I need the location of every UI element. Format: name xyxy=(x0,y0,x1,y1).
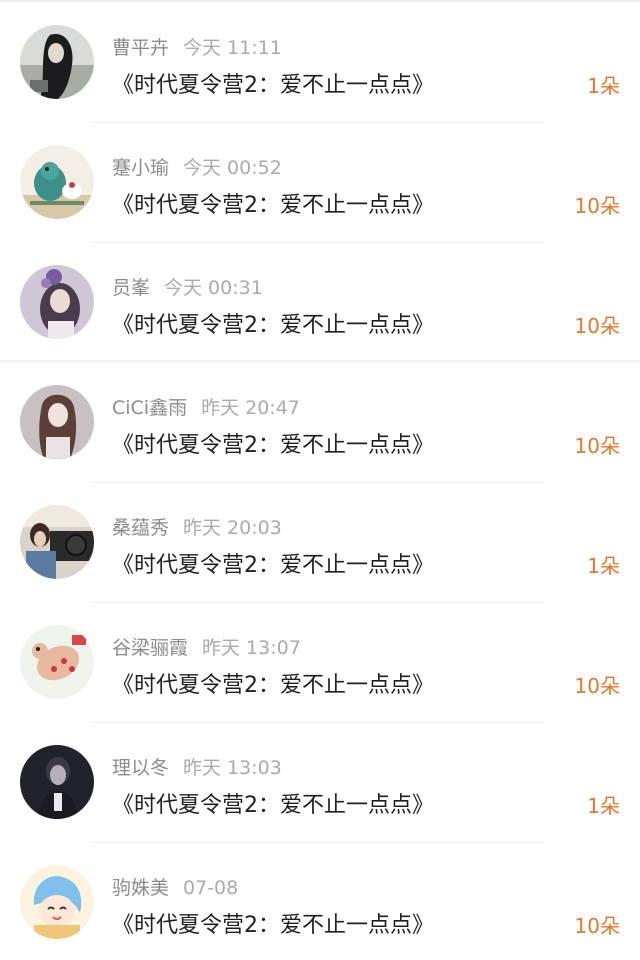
avatar-cartoon-blue-hair-girl-icon xyxy=(20,865,94,939)
send-time: 今天 00:31 xyxy=(164,277,263,299)
list-item[interactable]: 桑蕴秀 昨天 20:03 《时代夏令营2：爱不止一点点》 1朵 xyxy=(0,480,640,600)
send-time: 今天 11:11 xyxy=(183,37,282,59)
gift-title: 《时代夏令营2：爱不止一点点》 xyxy=(112,673,434,698)
avatar[interactable] xyxy=(20,265,94,339)
avatar-photo-dark-portrait-icon xyxy=(20,745,94,819)
gift-count: 1朵 xyxy=(587,794,620,818)
send-time: 07-08 xyxy=(183,877,239,899)
gift-count: 10朵 xyxy=(574,434,620,458)
sender-info: 驹姝美 07-08 xyxy=(112,873,238,900)
list-item[interactable]: 曹平卉 今天 11:11 《时代夏令营2：爱不止一点点》 1朵 xyxy=(0,0,640,120)
gift-title: 《时代夏令营2：爱不止一点点》 xyxy=(112,433,434,458)
send-time: 昨天 13:03 xyxy=(183,757,282,779)
list-item[interactable]: 蹇小瑜 今天 00:52 《时代夏令营2：爱不止一点点》 10朵 xyxy=(0,120,640,240)
sender-name[interactable]: 驹姝美 xyxy=(112,877,169,899)
sender-name[interactable]: 蹇小瑜 xyxy=(112,157,169,179)
gift-title: 《时代夏令营2：爱不止一点点》 xyxy=(112,313,434,338)
gift-count: 10朵 xyxy=(574,674,620,698)
list-item[interactable]: 员峯 今天 00:31 《时代夏令营2：爱不止一点点》 10朵 xyxy=(0,240,640,360)
sender-name[interactable]: 员峯 xyxy=(112,277,150,299)
avatar-photo-long-hair-girl-icon xyxy=(20,385,94,459)
list-item[interactable]: 理以冬 昨天 13:03 《时代夏令营2：爱不止一点点》 1朵 xyxy=(0,720,640,840)
gift-count: 10朵 xyxy=(574,914,620,938)
avatar-cartoon-dinosaur-icon xyxy=(20,145,94,219)
sender-name[interactable]: CiCi鑫雨 xyxy=(112,397,187,419)
avatar[interactable] xyxy=(20,745,94,819)
sender-name[interactable]: 谷梁骊霞 xyxy=(112,637,188,659)
send-time: 昨天 20:47 xyxy=(201,397,300,419)
gift-count: 1朵 xyxy=(587,74,620,98)
sender-name[interactable]: 桑蕴秀 xyxy=(112,517,169,539)
send-time: 昨天 20:03 xyxy=(183,517,282,539)
sender-name[interactable]: 曹平卉 xyxy=(112,37,169,59)
avatar-photo-dark-haired-girl-icon xyxy=(20,25,94,99)
gift-count: 1朵 xyxy=(587,554,620,578)
gift-title: 《时代夏令营2：爱不止一点点》 xyxy=(112,193,434,218)
sender-info: 曹平卉 今天 11:11 xyxy=(112,33,282,60)
avatar[interactable] xyxy=(20,385,94,459)
list-item[interactable]: 谷梁骊霞 昨天 13:07 《时代夏令营2：爱不止一点点》 10朵 xyxy=(0,600,640,720)
avatar[interactable] xyxy=(20,865,94,939)
send-time: 今天 00:52 xyxy=(183,157,282,179)
gift-title: 《时代夏令营2：爱不止一点点》 xyxy=(112,553,434,578)
sender-info: 蹇小瑜 今天 00:52 xyxy=(112,153,282,180)
sender-info: 员峯 今天 00:31 xyxy=(112,273,263,300)
sender-info: 桑蕴秀 昨天 20:03 xyxy=(112,513,282,540)
avatar[interactable] xyxy=(20,505,94,579)
avatar-photo-girl-flower-icon xyxy=(20,265,94,339)
list-item[interactable]: 驹姝美 07-08 《时代夏令营2：爱不止一点点》 10朵 xyxy=(0,840,640,960)
list-item[interactable]: CiCi鑫雨 昨天 20:47 《时代夏令营2：爱不止一点点》 10朵 xyxy=(0,360,640,480)
avatar[interactable] xyxy=(20,145,94,219)
gift-count: 10朵 xyxy=(574,194,620,218)
gift-title: 《时代夏令营2：爱不止一点点》 xyxy=(112,73,434,98)
sender-info: 理以冬 昨天 13:03 xyxy=(112,753,282,780)
avatar-photo-car-driver-icon xyxy=(20,505,94,579)
sender-info: CiCi鑫雨 昨天 20:47 xyxy=(112,393,300,420)
sender-info: 谷梁骊霞 昨天 13:07 xyxy=(112,633,301,660)
avatar-cartoon-bear-icon xyxy=(20,625,94,699)
avatar[interactable] xyxy=(20,625,94,699)
avatar[interactable] xyxy=(20,25,94,99)
gift-count: 10朵 xyxy=(574,314,620,338)
sender-name[interactable]: 理以冬 xyxy=(112,757,169,779)
gift-title: 《时代夏令营2：爱不止一点点》 xyxy=(112,913,434,938)
gift-title: 《时代夏令营2：爱不止一点点》 xyxy=(112,793,434,818)
send-time: 昨天 13:07 xyxy=(202,637,301,659)
